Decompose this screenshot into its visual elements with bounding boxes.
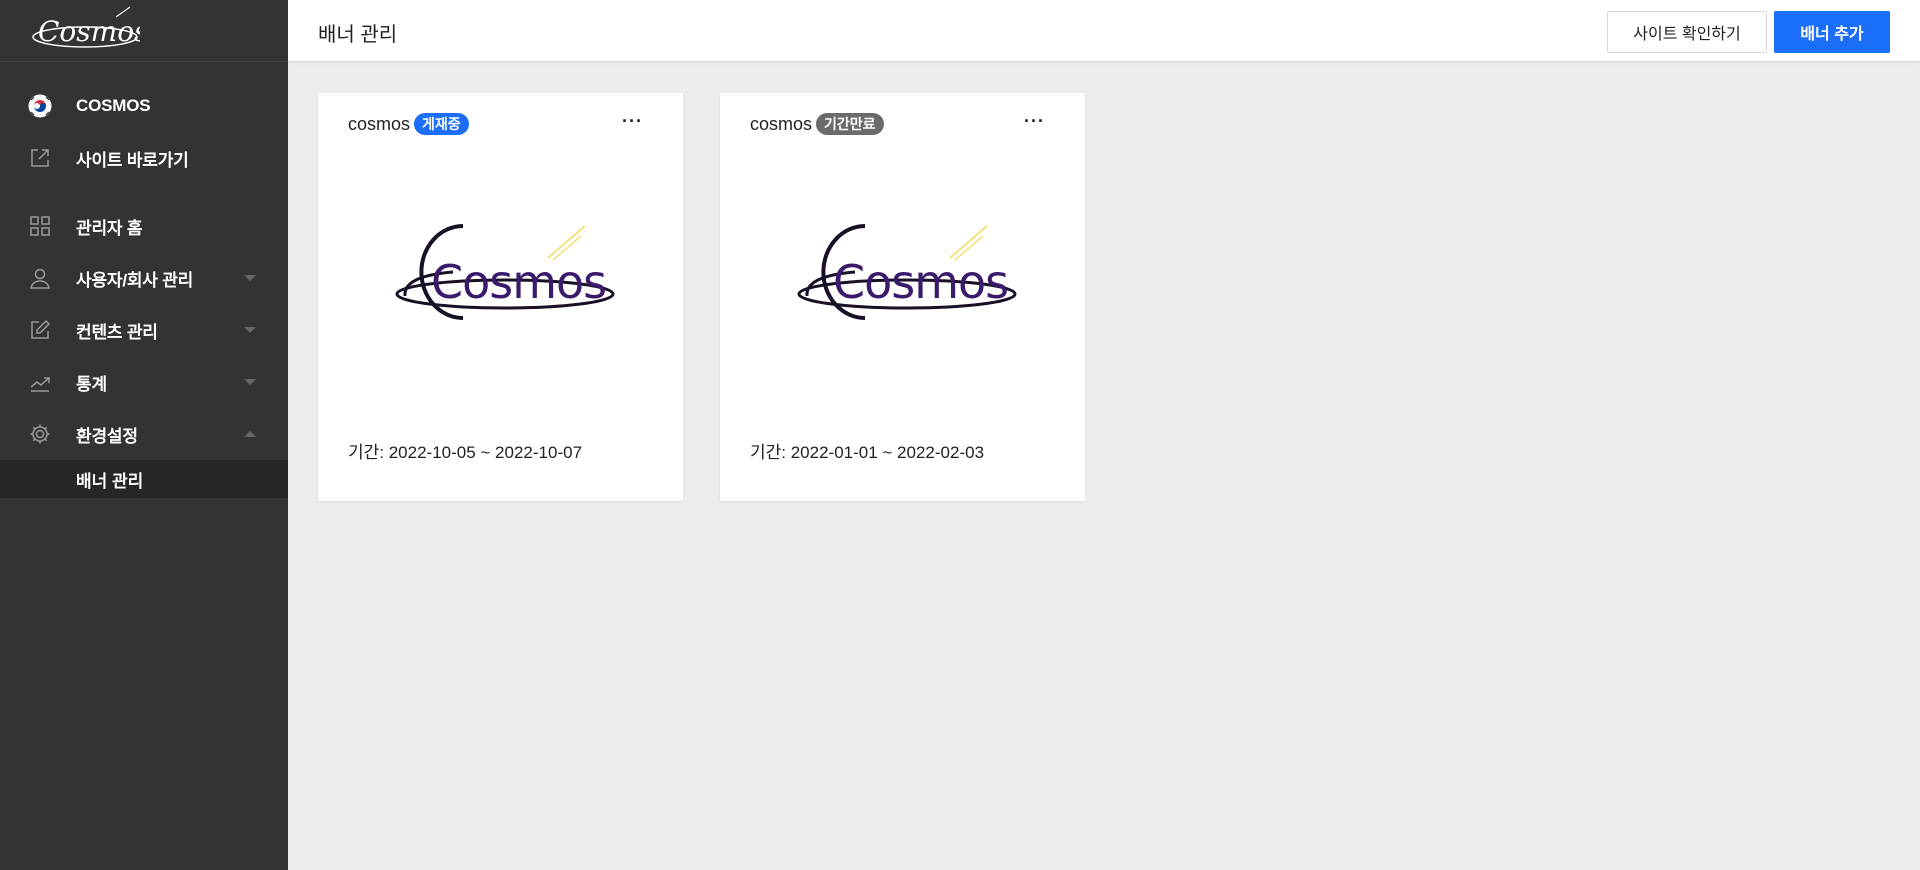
chevron-up-icon — [244, 431, 256, 437]
view-site-button[interactable]: 사이트 확인하기 — [1607, 11, 1767, 53]
sidebar-item-label: COSMOS — [76, 96, 151, 115]
sidebar-item-label: 통계 — [76, 374, 107, 394]
banner-card-header: cosmos 기간만료 — [750, 113, 884, 135]
svg-text:Cosmos: Cosmos — [431, 255, 606, 309]
top-header: 배너 관리 사이트 확인하기 배너 추가 — [288, 0, 1920, 62]
add-banner-button[interactable]: 배너 추가 — [1774, 11, 1890, 53]
status-badge: 기간만료 — [816, 113, 884, 135]
more-options-icon[interactable]: ··· — [1024, 112, 1045, 130]
gear-icon — [28, 422, 52, 446]
banner-card-header: cosmos 게재중 — [348, 113, 469, 135]
sidebar-item-label: 사이트 바로가기 — [76, 150, 189, 170]
banner-name: cosmos — [750, 113, 813, 134]
sidebar-item-user-company[interactable]: 사용자/회사 관리 — [0, 252, 288, 304]
banner-name: cosmos — [348, 113, 411, 134]
sidebar-item-label: 관리자 홈 — [76, 218, 143, 238]
sidebar-item-label: 컨텐츠 관리 — [76, 322, 158, 342]
chevron-down-icon — [244, 379, 256, 385]
edit-icon — [28, 318, 52, 342]
sidebar-item-admin-home[interactable]: 관리자 홈 — [0, 200, 288, 252]
sidebar-item-settings[interactable]: 환경설정 — [0, 408, 288, 460]
sidebar-item-label: 사용자/회사 관리 — [76, 270, 194, 290]
svg-text:Cosmos: Cosmos — [38, 15, 140, 48]
banner-period: 기간: 2022-10-05 ~ 2022-10-07 — [348, 443, 583, 462]
chart-line-icon — [28, 370, 52, 394]
status-badge: 게재중 — [414, 113, 469, 135]
sidebar-item-site-shortcut[interactable]: 사이트 바로가기 — [0, 132, 288, 184]
chevron-down-icon — [244, 275, 256, 281]
banner-image: Cosmos — [395, 224, 615, 320]
sidebar-item-cosmos[interactable]: COSMOS — [0, 80, 288, 132]
cosmos-logo-icon: Cosmos — [32, 6, 140, 48]
more-options-icon[interactable]: ··· — [622, 112, 643, 130]
user-icon — [28, 266, 52, 290]
sidebar-subitem-banner-management[interactable]: 배너 관리 — [0, 460, 288, 498]
logo[interactable]: Cosmos — [0, 0, 288, 62]
external-link-icon — [28, 146, 52, 170]
sidebar-item-label: 환경설정 — [76, 426, 138, 446]
sidebar-item-statistics[interactable]: 통계 — [0, 356, 288, 408]
korea-flag-icon — [28, 94, 52, 118]
sidebar-item-content[interactable]: 컨텐츠 관리 — [0, 304, 288, 356]
sidebar: Cosmos COSMOS 사이트 바로가기 관리자 홈 사용자/회사 관리 컨… — [0, 0, 288, 870]
svg-text:Cosmos: Cosmos — [833, 255, 1008, 309]
grid-icon — [28, 214, 52, 238]
banner-card[interactable]: cosmos 기간만료 ··· Cosmos 기간: 2022-01-01 ~ … — [720, 93, 1085, 501]
page-title: 배너 관리 — [318, 24, 398, 46]
banner-card[interactable]: cosmos 게재중 ··· Cosmos 기간: 2022-10-05 ~ 2… — [318, 93, 683, 501]
banner-image: Cosmos — [797, 224, 1017, 320]
chevron-down-icon — [244, 327, 256, 333]
banner-period: 기간: 2022-01-01 ~ 2022-02-03 — [750, 443, 985, 462]
